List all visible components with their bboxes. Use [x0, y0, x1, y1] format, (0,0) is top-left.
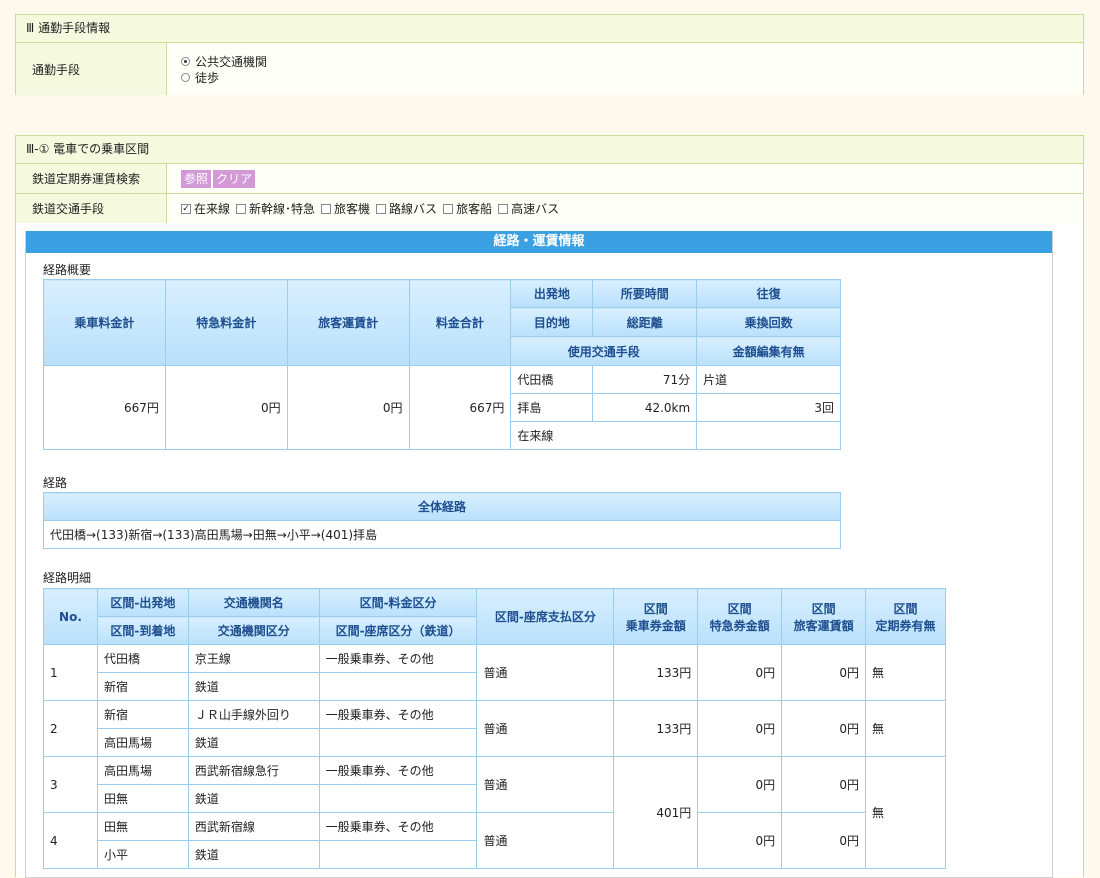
header-fare: 乗車料金計: [43, 279, 166, 366]
value-edited: [696, 421, 841, 450]
header-from: 区間-出発地: [96, 588, 189, 617]
header-no: No.: [43, 588, 98, 645]
value-total: 667円: [408, 365, 512, 450]
header-express: 特急料金計: [164, 279, 288, 366]
header-transport: 使用交通手段: [510, 336, 698, 366]
transport-mode-label: 鉄道交通手段: [16, 194, 167, 223]
value-transfers: 3回: [696, 393, 841, 422]
value-fare: 667円: [43, 365, 166, 450]
header-seat-pay: 区間-座席支払区分: [476, 588, 615, 645]
commute-means-label: 通勤手段: [16, 43, 167, 95]
header-ticket: 区間 乗車券金額: [613, 588, 699, 645]
table-row: 3 高田馬場 西武新宿線急行 一般乗車券、その他 普通 401円 0円 0円 無: [43, 756, 946, 869]
value-depart: 代田橋: [510, 365, 594, 394]
table-row: 4 田無 西武新宿線 一般乗車券、その他 普通 0円 0円: [43, 812, 946, 869]
table-row: 1 代田橋 京王線 一般乗車券、その他 普通 133円 0円 0円 無: [43, 644, 946, 701]
reference-button[interactable]: 参照: [181, 169, 212, 188]
header-passenger-fare: 区間 旅客運賃額: [781, 588, 867, 645]
table-row: 2 新宿 ＪＲ山手線外回り 一般乗車券、その他 普通 133円 0円 0円 無: [43, 700, 946, 757]
header-time: 所要時間: [592, 279, 698, 308]
header-depart: 出発地: [510, 279, 594, 308]
value-roundtrip: 片道: [696, 365, 841, 394]
summary-label: 経路概要: [43, 263, 92, 277]
value-time: 71分: [592, 365, 698, 394]
radio-public-transport[interactable]: 公共交通機関: [181, 53, 267, 69]
header-commuter: 区間 定期券有無: [865, 588, 946, 645]
section-title: Ⅲ 通勤手段情報: [16, 15, 1083, 43]
section-title: Ⅲ-① 電車での乗車区間: [16, 136, 1083, 164]
header-full-route: 全体経路: [43, 492, 841, 521]
checkbox-airplane[interactable]: [321, 203, 332, 214]
header-roundtrip: 往復: [696, 279, 841, 308]
header-dest: 目的地: [510, 307, 594, 337]
route-label: 経路: [43, 476, 68, 490]
header-total: 料金合計: [408, 279, 512, 366]
header-distance: 総距離: [592, 307, 698, 337]
value-transport: 在来線: [510, 421, 698, 450]
value-dest: 拝島: [510, 393, 594, 422]
value-express: 0円: [164, 365, 288, 450]
header-kind: 交通機関区分: [187, 616, 320, 645]
checkbox-bus[interactable]: [376, 203, 387, 214]
summary-table: 乗車料金計 特急料金計 旅客運賃計 料金合計 出発地 所要時間 往復 目的地 総…: [43, 279, 841, 450]
header-to: 区間-到着地: [96, 616, 189, 645]
header-transfers: 乗換回数: [696, 307, 841, 337]
header-seat-type: 区間-座席区分（鉄道）: [318, 616, 478, 645]
detail-table: No. 区間-出発地 交通機関名 区間-料金区分 区間-座席支払区分 区間 乗車券…: [43, 588, 946, 869]
checkbox-shinkansen[interactable]: [236, 203, 247, 214]
transport-mode-options: ✓ 在来線 新幹線･特急 旅客機 路線バス 旅客船 高速バス: [167, 194, 1083, 223]
header-express-ticket: 区間 特急券金額: [697, 588, 783, 645]
header-fare-type: 区間-料金区分: [318, 588, 478, 617]
header-line: 交通機関名: [187, 588, 320, 617]
radio-unselected-icon[interactable]: [181, 72, 190, 82]
panel-title: 経路・運賃情報: [26, 231, 1052, 253]
checkbox-ship[interactable]: [443, 203, 454, 214]
header-edited: 金額編集有無: [696, 336, 841, 366]
value-full-route: 代田橋→(133)新宿→(133)高田馬場→田無→小平→(401)拝島: [43, 520, 841, 549]
radio-walk[interactable]: 徒歩: [181, 69, 219, 85]
detail-label: 経路明細: [43, 571, 92, 585]
header-passenger: 旅客運賃計: [286, 279, 410, 366]
radio-selected-icon[interactable]: [181, 56, 190, 66]
route-table: 全体経路 代田橋→(133)新宿→(133)高田馬場→田無→小平→(401)拝島: [43, 492, 841, 549]
checkbox-conventional[interactable]: ✓: [181, 203, 191, 214]
commute-means-section: Ⅲ 通勤手段情報 通勤手段 公共交通機関 徒歩: [15, 14, 1084, 95]
clear-button[interactable]: クリア: [213, 169, 256, 188]
value-distance: 42.0km: [592, 393, 698, 422]
route-fare-panel: 経路・運賃情報 経路概要 乗車料金計 特急料金計 旅客運賃計 料金合計 出発地 …: [25, 231, 1053, 878]
fare-search-label: 鉄道定期券運賃検索: [16, 164, 167, 193]
value-passenger: 0円: [286, 365, 410, 450]
checkbox-highway-bus[interactable]: [498, 203, 509, 214]
